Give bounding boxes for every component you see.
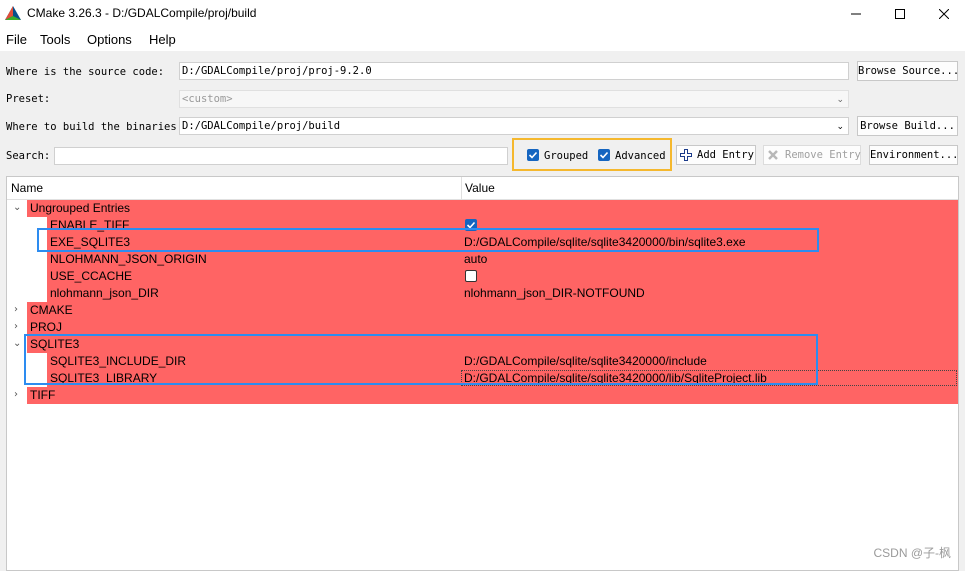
build-label: Where to build the binaries: — [6, 121, 184, 133]
expand-arrow-icon[interactable]: ⌄ — [13, 202, 21, 213]
menu-file[interactable]: File — [6, 32, 27, 47]
preset-value: <custom> — [182, 93, 233, 105]
tree-entry-row[interactable]: USE_CCACHE — [47, 268, 958, 285]
advanced-checkbox[interactable] — [598, 149, 610, 161]
remove-icon — [768, 150, 778, 160]
menu-options[interactable]: Options — [87, 32, 132, 47]
menu-tools[interactable]: Tools — [40, 32, 70, 47]
menu-bar: File Tools Options Help — [0, 27, 965, 51]
grouped-label[interactable]: Grouped — [544, 150, 588, 162]
entry-name: nlohmann_json_DIR — [50, 286, 159, 300]
add-entry-button[interactable]: Add Entry — [676, 145, 756, 165]
add-icon — [680, 149, 692, 161]
watermark: CSDN @子-枫 — [873, 546, 951, 560]
entry-name: USE_CCACHE — [50, 269, 133, 283]
tree-entry-row[interactable]: nlohmann_json_DIR nlohmann_json_DIR-NOTF… — [47, 285, 958, 302]
environment-button[interactable]: Environment... — [869, 145, 959, 165]
preset-label: Preset: — [6, 93, 51, 105]
group-name: TIFF — [30, 388, 56, 402]
entry-value-checkbox[interactable] — [465, 270, 477, 282]
column-header-name[interactable]: Name — [11, 181, 43, 195]
collapse-arrow-icon[interactable]: › — [14, 304, 18, 315]
minimize-icon — [851, 13, 861, 14]
tree-group-row[interactable]: Ungrouped Entries — [27, 200, 958, 217]
collapse-arrow-icon[interactable]: › — [14, 389, 18, 400]
browse-source-button[interactable]: Browse Source... — [857, 61, 959, 81]
window-title: CMake 3.26.3 - D:/GDALCompile/proj/build — [27, 6, 257, 20]
build-path-value: D:/GDALCompile/proj/build — [182, 120, 341, 132]
tree-header: Name Value — [7, 177, 958, 200]
title-bar: CMake 3.26.3 - D:/GDALCompile/proj/build — [0, 0, 965, 27]
add-entry-label: Add Entry — [697, 149, 754, 161]
group-name: PROJ — [30, 320, 63, 334]
chevron-down-icon: ⌄ — [836, 122, 844, 132]
minimize-button[interactable] — [833, 0, 879, 27]
advanced-label[interactable]: Advanced — [615, 150, 666, 162]
column-header-value[interactable]: Value — [465, 181, 495, 195]
sqlite3-group-highlight-box — [24, 334, 818, 385]
source-path-value: D:/GDALCompile/proj/proj-9.2.0 — [182, 65, 372, 77]
entry-value: auto — [464, 252, 488, 266]
entry-name: NLOHMANN_JSON_ORIGIN — [50, 252, 207, 266]
grouped-checkbox[interactable] — [527, 149, 539, 161]
tree-group-row[interactable]: TIFF — [27, 387, 958, 404]
collapse-arrow-icon[interactable]: › — [14, 321, 18, 332]
browse-build-button[interactable]: Browse Build... — [857, 116, 958, 136]
build-path-combo[interactable]: D:/GDALCompile/proj/build ⌄ — [179, 117, 849, 135]
expand-arrow-icon[interactable]: ⌄ — [13, 338, 21, 349]
source-path-input[interactable]: D:/GDALCompile/proj/proj-9.2.0 — [179, 62, 849, 80]
remove-entry-label: Remove Entry — [785, 149, 861, 161]
remove-entry-button[interactable]: Remove Entry — [763, 145, 861, 165]
search-label: Search: — [6, 150, 51, 162]
close-icon — [939, 8, 949, 19]
checkmark-icon — [528, 151, 538, 159]
close-button[interactable] — [921, 0, 965, 27]
chevron-down-icon: ⌄ — [836, 95, 844, 105]
group-name: CMAKE — [30, 303, 73, 317]
entry-value: nlohmann_json_DIR-NOTFOUND — [464, 286, 645, 300]
maximize-button[interactable] — [877, 0, 923, 27]
group-name: Ungrouped Entries — [30, 201, 131, 215]
menu-help[interactable]: Help — [149, 32, 176, 47]
source-label: Where is the source code: — [6, 66, 165, 78]
tree-entry-row[interactable]: NLOHMANN_JSON_ORIGIN auto — [47, 251, 958, 268]
cmake-logo-icon — [5, 6, 21, 20]
maximize-icon — [895, 8, 905, 19]
tree-group-row[interactable]: CMAKE — [27, 302, 958, 319]
preset-combo[interactable]: <custom> ⌄ — [179, 90, 849, 108]
checkmark-icon — [599, 151, 609, 159]
search-input[interactable] — [54, 147, 508, 165]
column-divider — [461, 177, 462, 199]
exe-sqlite3-highlight-box — [37, 228, 819, 252]
